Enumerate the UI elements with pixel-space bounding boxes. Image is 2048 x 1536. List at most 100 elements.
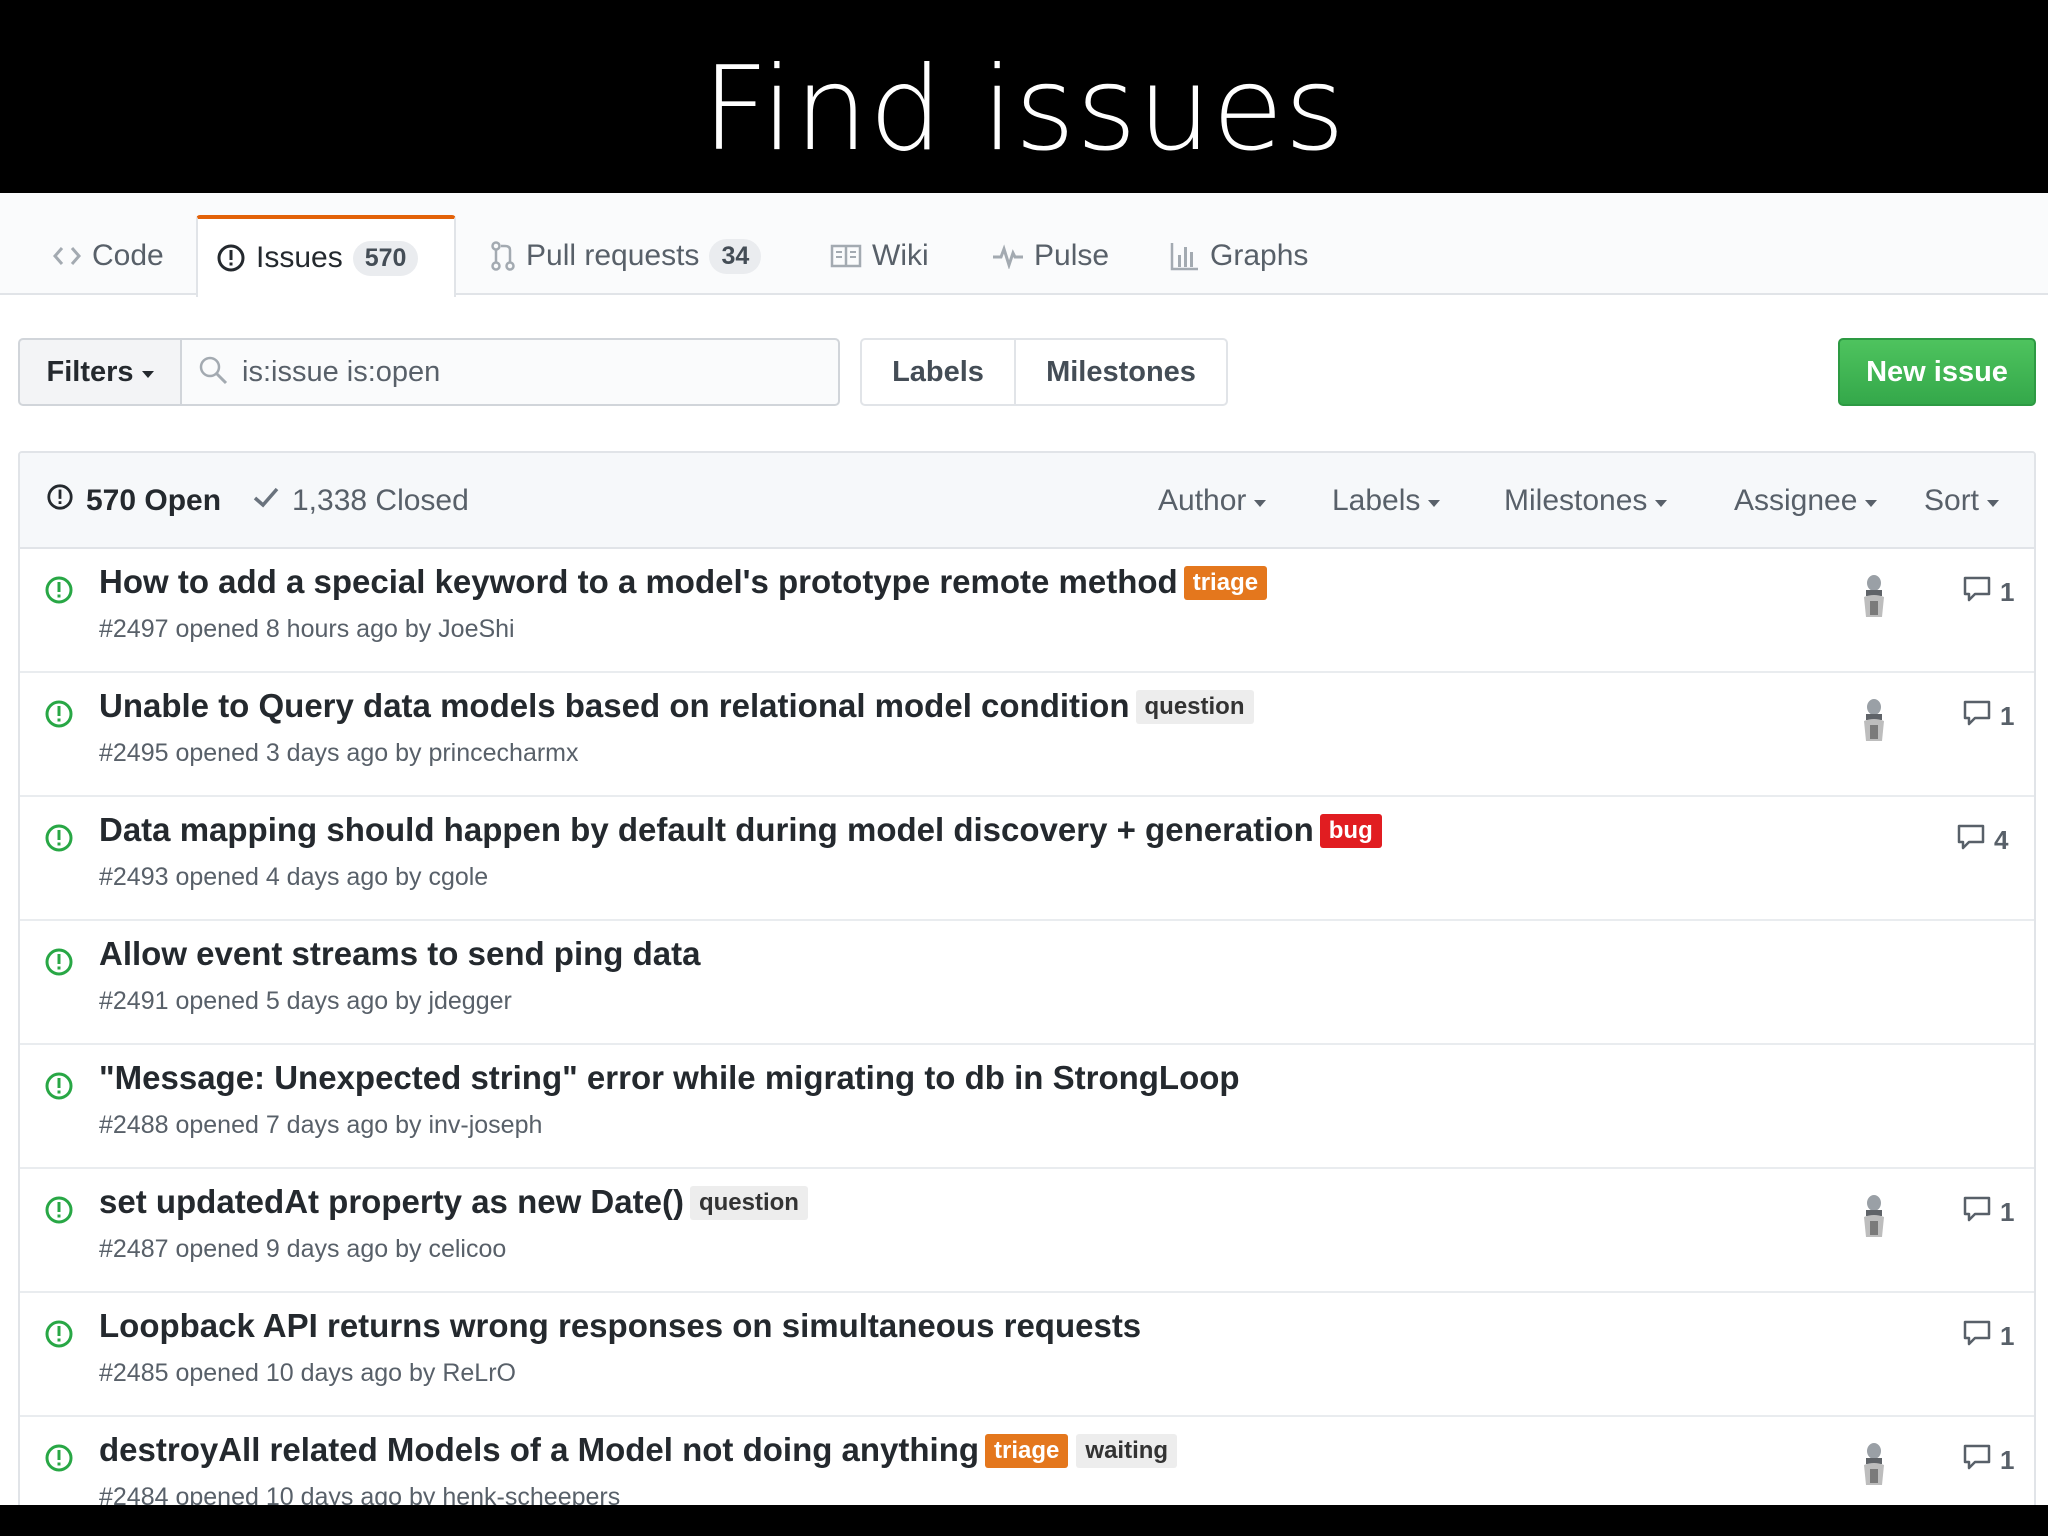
comment-count: 1 (2000, 1321, 2015, 1351)
milestones-button[interactable]: Milestones (1014, 338, 1228, 406)
comment-icon (1962, 1195, 1992, 1230)
code-icon (52, 245, 82, 267)
comment-count-link[interactable]: 1 (1962, 1195, 2014, 1230)
open-count-label: 570 Open (86, 484, 222, 517)
issue-label-triage[interactable]: triage (1183, 566, 1268, 600)
comment-icon (1962, 1443, 1992, 1478)
comment-icon (1962, 575, 1992, 610)
issue-label-waiting[interactable]: waiting (1076, 1434, 1178, 1468)
sort-dropdown[interactable]: Sort (1924, 453, 2000, 549)
tab-label: Pull requests (526, 239, 700, 272)
issue-opened-icon (46, 483, 74, 519)
milestones-filter-dropdown[interactable]: Milestones (1504, 453, 1668, 549)
issue-title-link[interactable]: Loopback API returns wrong responses on … (99, 1307, 1141, 1344)
search-icon (198, 355, 228, 390)
issue-meta: #2487 opened 9 days ago by celicoo (99, 1235, 507, 1263)
tab-pulse[interactable]: Pulse (974, 215, 1127, 297)
chevron-down-icon (1254, 499, 1267, 507)
issue-label-question[interactable]: question (689, 1186, 808, 1220)
tab-issues[interactable]: Issues 570 (196, 215, 456, 297)
issue-opened-icon (44, 699, 74, 734)
issue-meta: #2495 opened 3 days ago by princecharmx (99, 739, 579, 767)
issue-row[interactable]: Data mapping should happen by default du… (20, 797, 2034, 921)
check-icon (252, 484, 280, 518)
assignee-filter-dropdown[interactable]: Assignee (1734, 453, 1878, 549)
issue-label-bug[interactable]: bug (1319, 814, 1382, 848)
issue-title-link[interactable]: How to add a special keyword to a model'… (99, 563, 1178, 600)
comment-icon (1962, 699, 1992, 734)
issue-row[interactable]: "Message: Unexpected string" error while… (20, 1045, 2034, 1169)
chevron-down-icon (1865, 499, 1878, 507)
issue-opened-icon (44, 1443, 74, 1478)
closed-issues-toggle[interactable]: 1,338 Closed (252, 453, 469, 549)
milestones-filter-label: Milestones (1504, 484, 1648, 517)
issue-meta: #2491 opened 5 days ago by jdegger (99, 987, 512, 1015)
tab-pull-requests[interactable]: Pull requests 34 (472, 215, 779, 297)
comment-count: 1 (2000, 1445, 2015, 1475)
tab-graphs[interactable]: Graphs (1152, 215, 1326, 297)
issue-row[interactable]: Unable to Query data models based on rel… (20, 673, 2034, 797)
comment-count: 1 (2000, 701, 2015, 731)
chevron-down-icon (1655, 499, 1668, 507)
issue-title-link[interactable]: Unable to Query data models based on rel… (99, 687, 1130, 724)
comment-count-link[interactable]: 1 (1962, 1319, 2014, 1354)
filters-dropdown-button[interactable]: Filters (18, 338, 182, 406)
tab-label: Code (92, 239, 164, 272)
issue-opened-icon (44, 1319, 74, 1354)
chevron-down-icon (1428, 499, 1441, 507)
labels-button[interactable]: Labels (860, 338, 1016, 406)
issue-labels: question (689, 1186, 808, 1220)
tab-code[interactable]: Code (34, 215, 182, 297)
chevron-down-icon (1987, 499, 2000, 507)
issues-counter: 570 (352, 240, 419, 276)
comment-count-link[interactable]: 1 (1962, 575, 2014, 610)
sort-label: Sort (1924, 484, 1980, 517)
open-issues-toggle[interactable]: 570 Open (46, 453, 221, 549)
issue-meta: #2485 opened 10 days ago by ReLrO (99, 1359, 516, 1387)
issue-title-link[interactable]: "Message: Unexpected string" error while… (99, 1059, 1240, 1096)
issue-row[interactable]: set updatedAt property as new Date() ques… (20, 1169, 2034, 1293)
issue-meta: #2488 opened 7 days ago by inv-joseph (99, 1111, 543, 1139)
slide-title: Find issues (702, 42, 1346, 177)
issue-opened-icon (44, 1071, 74, 1106)
tab-label: Issues (256, 241, 343, 274)
labels-filter-dropdown[interactable]: Labels (1332, 453, 1441, 549)
issue-opened-icon (216, 243, 246, 273)
issue-meta: #2484 opened 10 days ago by henk-scheepe… (99, 1483, 621, 1505)
issue-title-link[interactable]: set updatedAt property as new Date() (99, 1183, 684, 1220)
issue-row[interactable]: Allow event streams to send ping data #24… (20, 921, 2034, 1045)
issue-title-link[interactable]: Data mapping should happen by default du… (99, 811, 1314, 848)
assignee-avatar[interactable] (1854, 1439, 1894, 1487)
issue-title-link[interactable]: Allow event streams to send ping data (99, 935, 700, 972)
issues-list-header: 570 Open 1,338 Closed Author Labels Mile… (20, 453, 2034, 549)
comment-count-link[interactable]: 1 (1962, 699, 2014, 734)
issue-row[interactable]: How to add a special keyword to a model'… (20, 549, 2034, 673)
assignee-avatar[interactable] (1854, 695, 1894, 743)
issue-label-question[interactable]: question (1135, 690, 1254, 724)
new-issue-button[interactable]: New issue (1838, 338, 2036, 406)
comment-count-link[interactable]: 4 (1956, 823, 2008, 858)
comment-count: 1 (2000, 577, 2015, 607)
tab-wiki[interactable]: Wiki (812, 215, 947, 297)
chevron-down-icon (141, 370, 154, 378)
assignee-filter-label: Assignee (1734, 484, 1858, 517)
issue-label-triage[interactable]: triage (985, 1434, 1069, 1468)
slide-title-bar: Find issues (0, 0, 2048, 193)
issue-title-link[interactable]: destroyAll related Models of a Model not… (99, 1431, 979, 1468)
comment-count-link[interactable]: 1 (1962, 1443, 2014, 1478)
assignee-avatar[interactable] (1854, 571, 1894, 619)
issue-row[interactable]: Loopback API returns wrong responses on … (20, 1293, 2034, 1417)
author-filter-dropdown[interactable]: Author (1158, 453, 1267, 549)
tab-label: Pulse (1034, 239, 1110, 272)
issue-meta: #2497 opened 8 hours ago by JoeShi (99, 615, 515, 643)
issue-search-field[interactable] (180, 338, 840, 406)
issue-labels: triage (1183, 566, 1268, 600)
issue-row[interactable]: destroyAll related Models of a Model not… (20, 1417, 2034, 1505)
assignee-avatar[interactable] (1854, 1191, 1894, 1239)
comment-count: 4 (1994, 825, 2009, 855)
pull-requests-counter: 34 (709, 238, 762, 274)
search-input[interactable] (242, 355, 802, 389)
issue-opened-icon (44, 947, 74, 982)
labels-filter-label: Labels (1332, 484, 1421, 517)
issues-list: 570 Open 1,338 Closed Author Labels Mile… (18, 451, 2036, 1505)
